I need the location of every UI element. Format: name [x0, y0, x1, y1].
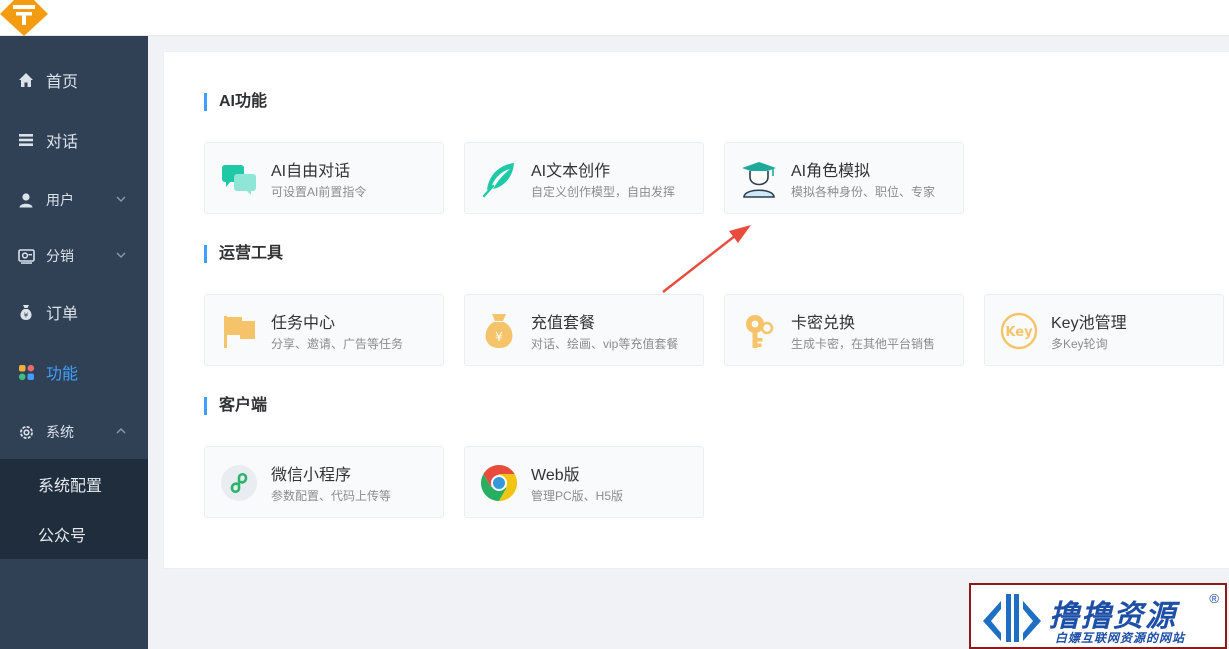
key-badge-text: Key — [1005, 325, 1033, 340]
card-title: AI自由对话 — [271, 163, 351, 180]
card-title: 充值套餐 — [531, 315, 596, 332]
home-icon — [17, 71, 35, 89]
sidebar-item-home[interactable]: 首页 — [0, 50, 148, 110]
submenu-item-official-account[interactable]: 公众号 — [0, 509, 148, 559]
gear-icon — [17, 423, 35, 441]
sidebar-item-label: 首页 — [46, 74, 79, 91]
user-icon — [17, 191, 35, 209]
card-title: AI角色模拟 — [791, 163, 871, 180]
card-desc: 可设置AI前置指令 — [271, 185, 367, 199]
chat-bubbles-icon — [222, 165, 256, 195]
card-title: Web版 — [531, 467, 580, 484]
chevron-down-icon — [116, 196, 126, 202]
mini-program-icon — [221, 465, 257, 501]
watermark-subtitle: 白嫖互联网资源的网站 — [1055, 631, 1186, 645]
card-card-code-redeem[interactable]: 卡密兑换 生成卡密，在其他平台销售 — [724, 294, 964, 366]
key-badge-icon: Key — [1000, 312, 1038, 350]
section-title-ai: AI功能 — [204, 93, 267, 111]
sidebar-item-orders[interactable]: ¥ 订单 — [0, 282, 148, 342]
sidebar-item-features[interactable]: 功能 — [0, 342, 148, 402]
card-ai-role-play[interactable]: AI角色模拟 模拟各种身份、职位、专家 — [724, 142, 964, 214]
section-title-clients: 客户端 — [204, 397, 267, 415]
card-key-pool[interactable]: Key Key池管理 多Key轮询 — [984, 294, 1224, 366]
sidebar-item-label: 系统 — [46, 424, 74, 440]
card-title: AI文本创作 — [531, 163, 611, 180]
card-task-center[interactable]: 任务中心 分享、邀请、广告等任务 — [204, 294, 444, 366]
section-title-operations: 运营工具 — [204, 245, 283, 263]
sidebar-item-label: 用户 — [46, 192, 74, 208]
money-bag-icon: ¥ — [17, 303, 35, 321]
chevron-down-icon — [116, 252, 126, 258]
card-wechat-mini-program[interactable]: 微信小程序 参数配置、代码上传等 — [204, 446, 444, 518]
yuan-bag-icon: ¥ — [485, 314, 513, 348]
chevron-up-icon — [116, 428, 126, 434]
distribution-icon — [17, 247, 35, 265]
sidebar-item-label: 订单 — [46, 306, 79, 323]
sidebar-item-label: 功能 — [46, 366, 79, 383]
main-panel: AI功能 AI自由对话 可设置AI前置指令 AI文本创作 自定义创作模型，自由发… — [163, 51, 1229, 569]
card-desc: 参数配置、代码上传等 — [271, 489, 392, 503]
chrome-icon — [480, 465, 518, 501]
sidebar-item-label: 对话 — [46, 134, 79, 151]
card-title: 任务中心 — [271, 315, 336, 332]
card-ai-free-chat[interactable]: AI自由对话 可设置AI前置指令 — [204, 142, 444, 214]
card-desc: 生成卡密，在其他平台销售 — [791, 337, 936, 351]
watermark-registered: ® — [1209, 591, 1219, 606]
sidebar-item-label: 分销 — [46, 248, 74, 264]
sidebar-item-chat[interactable]: 对话 — [0, 110, 148, 170]
top-bar — [0, 0, 1229, 36]
feather-icon — [482, 163, 514, 198]
graduate-icon — [742, 162, 776, 198]
card-desc: 分享、邀请、广告等任务 — [271, 337, 404, 351]
card-desc: 自定义创作模型，自由发挥 — [531, 185, 676, 199]
svg-text:¥: ¥ — [495, 330, 503, 344]
card-title: 卡密兑换 — [791, 315, 856, 332]
card-desc: 模拟各种身份、职位、专家 — [791, 185, 936, 199]
watermark-logo-icon — [983, 594, 1041, 642]
system-submenu: 系统配置 公众号 — [0, 459, 148, 559]
card-title: Key池管理 — [1051, 315, 1127, 332]
card-recharge-package[interactable]: ¥ 充值套餐 对话、绘画、vip等充值套餐 — [464, 294, 704, 366]
sidebar: 首页 对话 用户 分销 ¥ 订单 功能 系统 系统配置 公众号 — [0, 36, 148, 649]
menu-list-icon — [17, 131, 35, 149]
card-desc: 管理PC版、H5版 — [531, 489, 624, 503]
card-desc: 多Key轮询 — [1051, 337, 1108, 351]
sidebar-item-system[interactable]: 系统 — [0, 402, 148, 462]
logo-icon[interactable] — [0, 0, 48, 36]
submenu-item-system-config[interactable]: 系统配置 — [0, 459, 148, 509]
card-title: 微信小程序 — [271, 467, 352, 484]
card-ai-text-creation[interactable]: AI文本创作 自定义创作模型，自由发挥 — [464, 142, 704, 214]
key-icon — [746, 315, 774, 348]
card-desc: 对话、绘画、vip等充值套餐 — [531, 337, 679, 351]
watermark: 撸撸资源 ® 白嫖互联网资源的网站 — [969, 583, 1227, 649]
svg-text:¥: ¥ — [24, 311, 29, 319]
sidebar-item-users[interactable]: 用户 — [0, 170, 148, 230]
apps-grid-icon — [17, 363, 35, 381]
flag-icon — [224, 316, 255, 348]
sidebar-item-distribution[interactable]: 分销 — [0, 226, 148, 286]
card-web-version[interactable]: Web版 管理PC版、H5版 — [464, 446, 704, 518]
